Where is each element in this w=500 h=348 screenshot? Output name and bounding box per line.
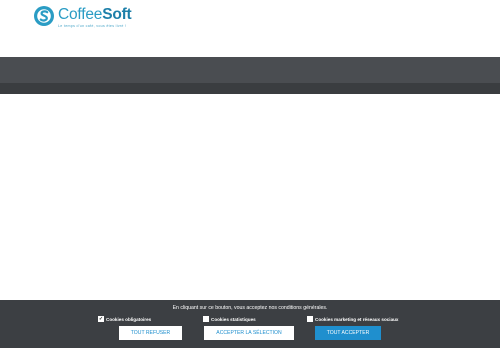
accept-selection-button[interactable]: ACCEPTER LA SÉLECTION — [204, 326, 294, 340]
accept-all-button[interactable]: TOUT ACCEPTER — [315, 326, 381, 340]
logo-wordmark: CoffeeSoft — [58, 6, 132, 23]
cookie-option-mandatory[interactable]: ✓ Cookies obligatoires — [98, 316, 151, 322]
cookie-option-label: Cookies statistiques — [211, 316, 256, 322]
coffeesoft-logo[interactable]: CoffeeSoft Le temps d'un café, vous êtes… — [33, 5, 132, 28]
cookie-message: En cliquant sur ce bouton, vous acceptez… — [172, 305, 328, 311]
cookie-option-label: Cookies marketing et réseaux sociaux — [315, 316, 399, 322]
cookie-option-statistics[interactable]: Cookies statistiques — [203, 316, 256, 322]
logo-word-part2: Soft — [102, 6, 132, 23]
refuse-all-button[interactable]: TOUT REFUSER — [119, 326, 182, 340]
navbar-sub-strip — [0, 83, 500, 94]
checkbox-checked-icon[interactable]: ✓ — [98, 316, 104, 322]
cookie-option-label: Cookies obligatoires — [106, 316, 152, 322]
coffeesoft-logo-icon — [34, 6, 54, 26]
main-navbar — [0, 57, 500, 83]
page: CoffeeSoft Le temps d'un café, vous êtes… — [0, 0, 500, 348]
checkbox-icon[interactable] — [203, 316, 209, 322]
site-header: CoffeeSoft Le temps d'un café, vous êtes… — [0, 0, 500, 57]
checkbox-icon[interactable] — [307, 316, 313, 322]
cookie-option-marketing[interactable]: Cookies marketing et réseaux sociaux — [307, 316, 399, 322]
logo-tagline: Le temps d'un café, vous êtes livré ! — [58, 24, 127, 28]
cookie-banner: En cliquant sur ce bouton, vous acceptez… — [0, 300, 500, 348]
logo-word-part1: Coffee — [58, 6, 103, 23]
